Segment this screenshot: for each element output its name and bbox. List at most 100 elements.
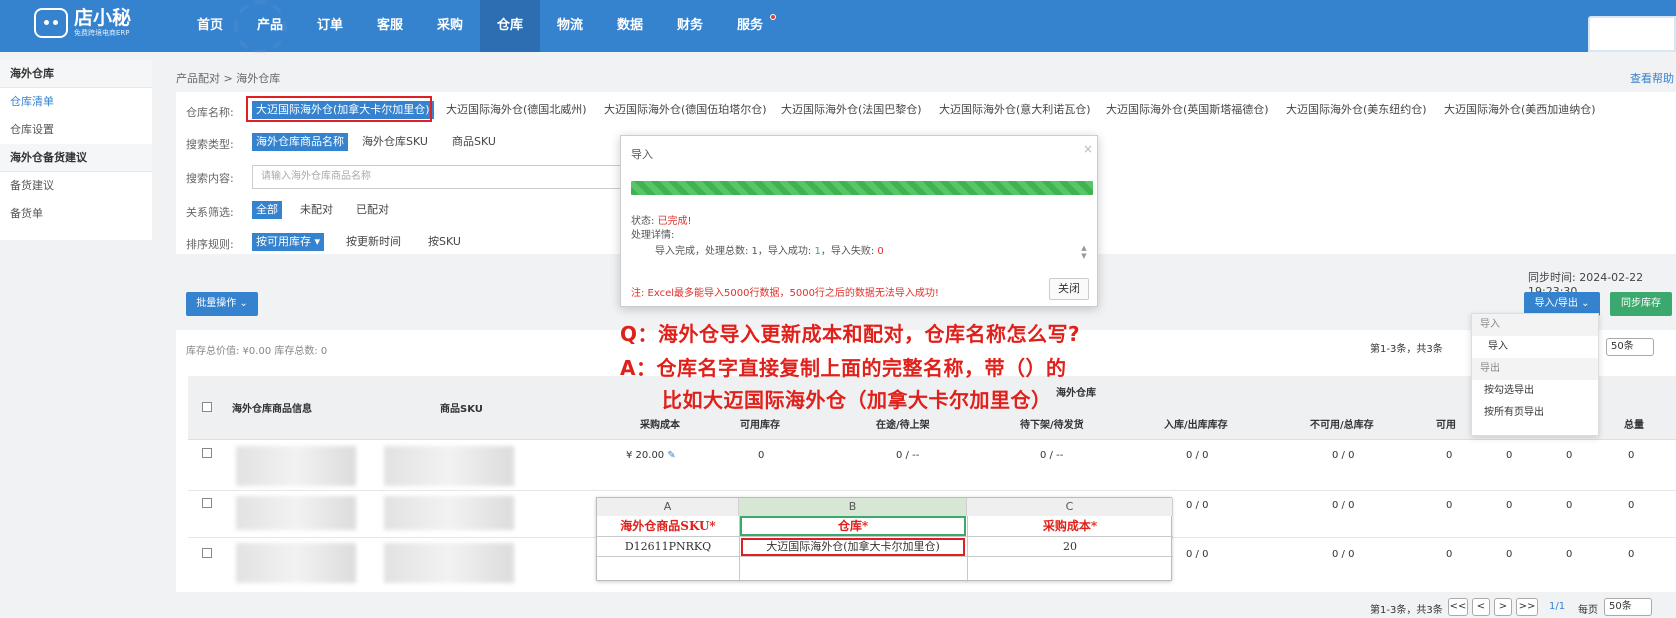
annotation-example: 比如大迈国际海外仓（加拿大卡尔加里仓） — [662, 388, 1052, 412]
menu-item-export-selected[interactable]: 按勾选导出 — [1472, 380, 1598, 402]
row2-product-image — [236, 496, 356, 530]
menu-group-export: 导出 — [1472, 358, 1598, 380]
excel-header-cost: 采购成本* — [1042, 519, 1098, 533]
row3-checkbox[interactable] — [202, 548, 212, 558]
warehouse-option-3[interactable]: 大迈国际海外仓(德国伍珀塔尔仓) — [600, 101, 771, 119]
app-logo[interactable]: 店小秘 免费跨境电商ERP — [34, 8, 131, 38]
row3-c3: 0 — [1566, 549, 1573, 560]
nav-service-wrap: 服务 — [720, 0, 780, 52]
close-icon[interactable]: × — [1083, 142, 1093, 156]
col-unavailable: 不可用/总库存 — [1310, 420, 1374, 431]
pager-top: 第1-3条，共3条 — [1370, 340, 1443, 355]
col-available: 可用库存 — [740, 420, 780, 431]
nav-logistics[interactable]: 物流 — [540, 0, 600, 52]
warehouse-option-7[interactable]: 大迈国际海外仓(美东纽约仓) — [1282, 101, 1431, 119]
breadcrumb-current: 海外仓库 — [236, 72, 281, 85]
col-sku: 商品SKU — [440, 404, 483, 415]
sidebar-item-stock-advice[interactable]: 备货建议 — [0, 172, 152, 200]
import-detail: 导入完成，处理总数: 1，导入成功: 1，导入失败: 0 — [655, 246, 884, 257]
relation-filter-label: 关系筛选: — [186, 206, 234, 219]
row1-c4: 0 — [1628, 450, 1635, 461]
import-export-menu: 导入 导入 导出 按勾选导出 按所有页导出 — [1471, 313, 1599, 436]
col-purchase-cost: 采购成本 — [640, 420, 680, 431]
pager-last-button[interactable]: >> — [1516, 598, 1538, 616]
sidebar-item-stock-order[interactable]: 备货单 — [0, 200, 152, 228]
annotation-question: Q：海外仓导入更新成本和配对，仓库名称怎么写? — [620, 322, 1081, 346]
nav-service[interactable]: 客服 — [360, 0, 420, 52]
col-in-transit: 在途/待上架 — [876, 420, 930, 431]
warehouse-option-4[interactable]: 大迈国际海外仓(法国巴黎仓) — [777, 101, 926, 119]
modal-close-button[interactable]: 关闭 — [1049, 278, 1089, 300]
col-total: 总量 — [1624, 420, 1644, 431]
sidebar-item-warehouse-settings[interactable]: 仓库设置 — [0, 116, 152, 144]
pager-prev-button[interactable]: < — [1472, 598, 1490, 616]
sort-by-sku[interactable]: 按SKU — [424, 233, 465, 251]
notification-dot — [770, 14, 776, 20]
menu-item-export-all[interactable]: 按所有页导出 — [1472, 402, 1598, 424]
watermark: ◌ — [230, 0, 292, 62]
relation-all[interactable]: 全部 — [252, 201, 282, 219]
scroll-spinner-icon[interactable]: ▲ ▼ — [1077, 244, 1091, 262]
edit-icon[interactable]: ✎ — [667, 450, 675, 461]
row3-c4: 0 — [1628, 549, 1635, 560]
select-all-checkbox[interactable] — [202, 402, 212, 412]
breadcrumb: 产品配对 > 海外仓库 — [176, 70, 280, 86]
annotation-answer: A：仓库名字直接复制上面的完整名称，带（）的 — [620, 356, 1067, 380]
excel-col-a: A — [597, 498, 739, 516]
user-area[interactable] — [1588, 16, 1676, 52]
nav-purchase[interactable]: 采购 — [420, 0, 480, 52]
breadcrumb-parent[interactable]: 产品配对 — [176, 72, 220, 85]
import-status: 状态: 已完成! — [631, 216, 692, 227]
logo-subtitle: 免费跨境电商ERP — [74, 29, 130, 37]
nav-services[interactable]: 服务 — [720, 0, 780, 52]
stock-summary: 库存总价值: ¥0.00 库存总数: 0 — [186, 346, 328, 357]
warehouse-option-8[interactable]: 大迈国际海外仓(美西加迪纳仓) — [1440, 101, 1600, 119]
per-page-select-top[interactable]: 50条 — [1606, 338, 1654, 356]
row1-in-out: 0 / 0 — [1186, 450, 1209, 461]
sort-by-update-time[interactable]: 按更新时间 — [342, 233, 405, 251]
search-type-product-sku[interactable]: 商品SKU — [448, 133, 500, 151]
excel-header-warehouse: 仓库* — [740, 516, 966, 536]
nav-order[interactable]: 订单 — [300, 0, 360, 52]
nav-data[interactable]: 数据 — [600, 0, 660, 52]
sort-by-available[interactable]: 按可用库存 ▾ — [252, 233, 325, 251]
modal-title: 导入 — [631, 148, 653, 161]
import-detail-label: 处理详情: — [631, 230, 675, 241]
warehouse-option-6[interactable]: 大迈国际海外仓(英国斯塔福德仓) — [1102, 101, 1273, 119]
row2-c3: 0 — [1566, 500, 1573, 511]
search-input[interactable]: 请输入海外仓库商品名称 — [252, 165, 622, 189]
import-modal: 导入 × 状态: 已完成! 处理详情: 导入完成，处理总数: 1，导入成功: 1… — [620, 135, 1098, 307]
search-type-overseas-sku[interactable]: 海外仓库SKU — [358, 133, 432, 151]
menu-item-import[interactable]: 导入 — [1472, 336, 1598, 358]
row2-sku-blurred — [384, 496, 514, 530]
nav-finance[interactable]: 财务 — [660, 0, 720, 52]
pager-info-bottom: 第1-3条，共3条 — [1370, 605, 1443, 616]
sort-rule-label: 排序规则: — [186, 238, 234, 251]
col-usable: 可用 — [1436, 420, 1456, 431]
pager-page: 1/1 — [1549, 601, 1566, 612]
search-type-name[interactable]: 海外仓库商品名称 — [252, 133, 348, 151]
row2-c4: 0 — [1628, 500, 1635, 511]
row1-c1: 0 — [1446, 450, 1453, 461]
excel-cell-warehouse: 大迈国际海外仓(加拿大卡尔加里仓) — [741, 538, 965, 556]
sidebar: 海外仓库 仓库清单 仓库设置 海外仓备货建议 备货建议 备货单 — [0, 60, 152, 240]
per-page-label: 每页 — [1578, 605, 1598, 616]
per-page-select-bottom[interactable]: 50条 — [1604, 598, 1652, 616]
batch-operation-button[interactable]: 批量操作 ⌄ — [186, 292, 258, 316]
sidebar-item-warehouse-list[interactable]: 仓库清单 — [0, 88, 152, 116]
pager-next-button[interactable]: > — [1494, 598, 1512, 616]
pager-first-button[interactable]: << — [1448, 598, 1468, 616]
nav-warehouse[interactable]: 仓库 — [480, 0, 540, 52]
row2-checkbox[interactable] — [202, 498, 212, 508]
relation-paired[interactable]: 已配对 — [352, 201, 393, 219]
row-divider — [188, 490, 1676, 491]
warehouse-option-2[interactable]: 大迈国际海外仓(德国北威州) — [442, 101, 591, 119]
row1-c3: 0 — [1566, 450, 1573, 461]
search-content-label: 搜索内容: — [186, 172, 234, 185]
row3-in-out: 0 / 0 — [1186, 549, 1209, 560]
sync-stock-button[interactable]: 同步库存 — [1610, 292, 1672, 316]
help-link[interactable]: 查看帮助 — [1630, 70, 1674, 86]
row1-checkbox[interactable] — [202, 448, 212, 458]
warehouse-option-5[interactable]: 大迈国际海外仓(意大利诺瓦仓) — [935, 101, 1095, 119]
relation-unpaired[interactable]: 未配对 — [296, 201, 337, 219]
